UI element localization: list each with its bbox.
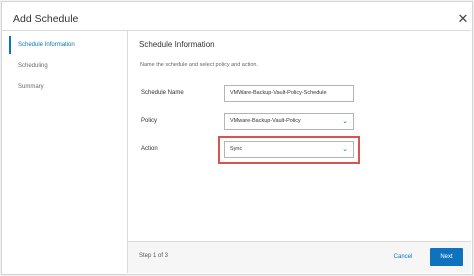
step-indicator: Step 1 of 3 [139, 253, 169, 259]
next-button[interactable]: Next [430, 248, 463, 266]
nav-item-summary[interactable]: Summary [9, 78, 119, 96]
close-icon[interactable]: ✕ [456, 12, 470, 26]
schedule-name-label: Schedule Name [141, 90, 184, 96]
policy-label: Policy [141, 118, 158, 124]
nav-item-scheduling[interactable]: Scheduling [9, 57, 119, 75]
schedule-name-input[interactable]: VMWare-Backup-Vault-Policy-Schedule [224, 85, 354, 102]
action-highlight-box [218, 136, 360, 164]
policy-value: VMware-Backup-Vault-Policy [230, 118, 301, 124]
cancel-button[interactable]: Cancel [387, 249, 419, 265]
nav-item-schedule-information[interactable]: Schedule Information [9, 36, 119, 54]
nav-divider [127, 31, 128, 273]
chevron-down-icon: ⌄ [342, 118, 348, 125]
footer-bar [128, 242, 471, 273]
panel-title: Schedule Information [139, 40, 215, 49]
panel-description: Name the schedule and select policy and … [140, 62, 259, 68]
dialog-title: Add Schedule [13, 13, 79, 25]
policy-select[interactable]: VMware-Backup-Vault-Policy ⌄ [224, 113, 354, 130]
wizard-nav: Schedule Information Scheduling Summary [1, 31, 127, 273]
action-label: Action [141, 146, 158, 152]
